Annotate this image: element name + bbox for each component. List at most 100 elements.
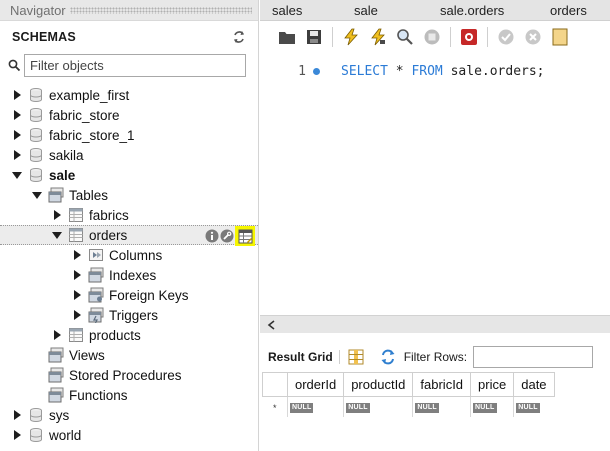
sql-text: sale.orders;	[442, 63, 545, 79]
tree-item-functions[interactable]: Functions	[0, 385, 258, 405]
expand-arrow-icon[interactable]	[52, 210, 62, 220]
commit-icon[interactable]	[495, 26, 517, 48]
tree-item-label: example_first	[49, 87, 130, 103]
tree-item-fabric-store-1[interactable]: fabric_store_1	[0, 125, 258, 145]
scroll-left-icon[interactable]	[267, 319, 275, 330]
cell-productid[interactable]: NULL	[343, 396, 413, 417]
table-data-button[interactable]	[235, 226, 255, 246]
null-badge: NULL	[290, 403, 314, 413]
tree-item-indexes[interactable]: Indexes	[0, 265, 258, 285]
tree-item-label: Views	[69, 347, 105, 363]
tab-sales[interactable]: sales	[260, 3, 342, 18]
column-header-productid[interactable]: productId	[343, 372, 414, 397]
tree-item-label: products	[89, 327, 141, 343]
rollback-icon[interactable]	[522, 26, 544, 48]
wrench-icon[interactable]	[220, 229, 234, 243]
result-grid: orderId productId fabricId price date * NULL N…	[262, 372, 610, 417]
toggle-autocommit-icon[interactable]	[549, 26, 571, 48]
tree-item-columns[interactable]: Columns	[0, 245, 258, 265]
null-badge: NULL	[415, 403, 439, 413]
folder-icon	[48, 347, 64, 363]
collapse-arrow-icon[interactable]	[52, 230, 62, 240]
expand-arrow-icon[interactable]	[72, 310, 82, 320]
sql-statement[interactable]: SELECT * FROM sale.orders;	[341, 64, 545, 79]
panel-grip[interactable]	[69, 6, 252, 14]
database-icon	[28, 107, 44, 123]
grid-layout-icon[interactable]	[348, 349, 364, 365]
tree-item-fabric-store[interactable]: fabric_store	[0, 105, 258, 125]
expand-arrow-icon[interactable]	[12, 90, 22, 100]
cell-price[interactable]: NULL	[470, 396, 514, 417]
collapse-arrow-icon[interactable]	[12, 170, 22, 180]
result-toolbar: Result Grid Filter Rows:	[260, 344, 610, 370]
explain-icon[interactable]	[394, 26, 416, 48]
tree-item-fabrics[interactable]: fabrics	[0, 205, 258, 225]
query-editor: sales sale sale.orders orders 1 SELECT *…	[260, 0, 610, 451]
column-header-orderid[interactable]: orderId	[286, 372, 345, 397]
tree-item-label: sale	[49, 167, 76, 183]
refresh-icon[interactable]	[232, 30, 246, 44]
schemas-header: SCHEMAS	[0, 24, 258, 50]
tree-item-label: Tables	[69, 187, 109, 203]
collapse-arrow-icon[interactable]	[32, 190, 42, 200]
filter-rows-label: Filter Rows:	[403, 350, 468, 364]
column-header-fabricid[interactable]: fabricId	[412, 372, 472, 397]
filter-rows-input[interactable]	[473, 346, 594, 368]
tab-orders[interactable]: orders	[538, 3, 608, 18]
execute-icon[interactable]	[340, 26, 362, 48]
expand-arrow-icon[interactable]	[72, 270, 82, 280]
tab-sale-orders[interactable]: sale.orders	[428, 3, 538, 18]
execute-line-icon[interactable]	[367, 26, 389, 48]
tree-item-views[interactable]: Views	[0, 345, 258, 365]
tree-item-tables[interactable]: Tables	[0, 185, 258, 205]
info-icon[interactable]	[205, 229, 219, 243]
expand-arrow-icon[interactable]	[12, 130, 22, 140]
tree-item-sys[interactable]: sys	[0, 405, 258, 425]
database-icon	[28, 127, 44, 143]
save-icon[interactable]	[303, 26, 325, 48]
open-folder-icon[interactable]	[276, 26, 298, 48]
expand-arrow-icon[interactable]	[72, 250, 82, 260]
expand-arrow-icon[interactable]	[52, 330, 62, 340]
table-row[interactable]: * NULL NULL NULL NULL NULL	[263, 396, 555, 417]
null-badge: NULL	[473, 403, 497, 413]
cell-date[interactable]: NULL	[513, 396, 555, 417]
table-icon	[68, 207, 84, 223]
tree-item-sale[interactable]: sale	[0, 165, 258, 185]
row-actions	[205, 226, 255, 246]
tree-item-products[interactable]: products	[0, 325, 258, 345]
tree-item-foreign-keys[interactable]: Foreign Keys	[0, 285, 258, 305]
toolbar-separator	[450, 27, 451, 47]
tree-item-world[interactable]: world	[0, 425, 258, 445]
expand-arrow-icon[interactable]	[12, 410, 22, 420]
tab-sale[interactable]: sale	[342, 3, 428, 18]
result-grid-tab[interactable]: Result Grid	[268, 350, 340, 364]
tree-item-triggers[interactable]: Triggers	[0, 305, 258, 325]
column-header-price[interactable]: price	[470, 372, 515, 397]
stop-icon[interactable]	[421, 26, 443, 48]
tree-item-orders[interactable]: orders	[0, 225, 258, 246]
filter-objects-input[interactable]	[24, 54, 246, 77]
database-icon	[28, 427, 44, 443]
toggle-continue-icon[interactable]	[458, 26, 480, 48]
tree-item-sakila[interactable]: sakila	[0, 145, 258, 165]
column-header-date[interactable]: date	[513, 372, 555, 397]
table-icon	[68, 327, 84, 343]
folder-icon	[48, 367, 64, 383]
expand-arrow-icon[interactable]	[12, 430, 22, 440]
tree-item-label: sakila	[49, 147, 84, 163]
cell-orderid[interactable]: NULL	[286, 396, 344, 417]
tree-item-stored-procedures[interactable]: Stored Procedures	[0, 365, 258, 385]
horizontal-scrollbar[interactable]	[260, 315, 610, 333]
tree-item-label: Functions	[69, 387, 128, 403]
folder-icon	[48, 187, 64, 203]
expand-arrow-icon[interactable]	[72, 290, 82, 300]
expand-arrow-icon[interactable]	[12, 110, 22, 120]
refresh-results-icon[interactable]	[380, 349, 396, 365]
sql-line-1[interactable]: 1 SELECT * FROM sale.orders;	[260, 60, 610, 82]
cell-fabricid[interactable]: NULL	[412, 396, 471, 417]
expand-arrow-icon[interactable]	[12, 150, 22, 160]
filter-objects	[8, 54, 246, 77]
tree-item-example-first[interactable]: example_first	[0, 85, 258, 105]
search-icon	[8, 59, 21, 72]
